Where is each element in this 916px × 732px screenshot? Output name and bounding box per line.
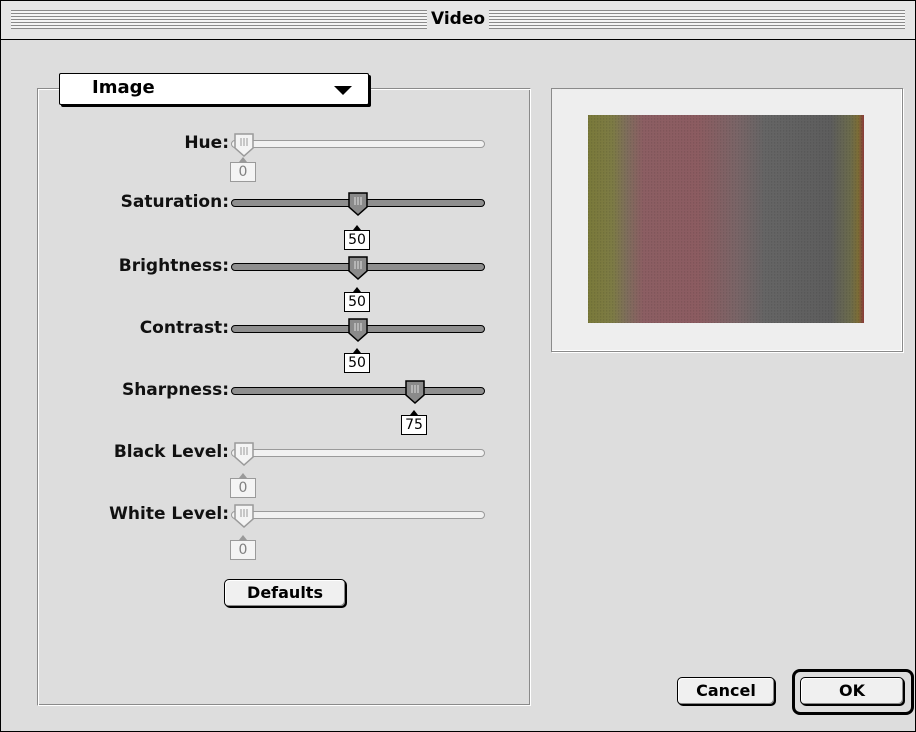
slider-thumb[interactable] <box>404 379 426 405</box>
value-box: 0 <box>230 162 256 182</box>
slider-thumb[interactable] <box>347 255 369 281</box>
slider-label: Saturation: <box>120 192 229 212</box>
value-box: 50 <box>344 230 370 250</box>
triangle-down-icon <box>334 86 352 95</box>
slider-thumb[interactable] <box>233 503 255 529</box>
window-title: Video <box>426 9 490 30</box>
title-bar[interactable]: Video <box>1 1 915 40</box>
ok-button[interactable]: OK <box>800 677 904 705</box>
slider-row-contrast: Contrast: 50 <box>1 317 521 373</box>
value-box: 0 <box>230 540 256 560</box>
slider-thumb[interactable] <box>233 132 255 158</box>
sharpness-slider[interactable] <box>231 380 485 405</box>
contrast-slider[interactable] <box>231 318 485 343</box>
slider-label: Black Level: <box>113 442 229 462</box>
slider-row-brightness: Brightness: 50 <box>1 255 521 312</box>
preview-noise <box>588 115 864 323</box>
value-box: 50 <box>344 353 370 373</box>
video-preview-frame <box>551 88 903 352</box>
slider-label: Hue: <box>184 133 229 153</box>
brightness-slider[interactable] <box>231 256 485 281</box>
slider-thumb[interactable] <box>347 191 369 217</box>
slider-label: White Level: <box>109 504 229 524</box>
image-popup-menu[interactable]: Image <box>59 73 369 105</box>
slider-row-white-level: White Level: 0 <box>1 503 521 560</box>
slider-thumb[interactable] <box>233 441 255 467</box>
slider-label: Sharpness: <box>121 380 229 400</box>
slider-row-black-level: Black Level: 0 <box>1 441 521 498</box>
saturation-slider[interactable] <box>231 192 485 217</box>
slider-label: Brightness: <box>118 256 229 276</box>
hue-slider[interactable] <box>231 133 485 158</box>
slider-row-hue: Hue: 0 <box>1 132 521 182</box>
slider-row-sharpness: Sharpness: 75 <box>1 379 521 435</box>
dialog-content: Image Hue: 0 Saturation: 50 Brightness: <box>1 40 915 731</box>
slider-thumb[interactable] <box>347 317 369 343</box>
white-level-slider[interactable] <box>231 504 485 529</box>
slider-row-saturation: Saturation: 50 <box>1 191 521 250</box>
value-box: 75 <box>401 415 427 435</box>
value-box: 50 <box>344 292 370 312</box>
popup-menu-label: Image <box>92 77 155 98</box>
value-box: 0 <box>230 478 256 498</box>
slider-label: Contrast: <box>139 318 229 338</box>
video-preview-image <box>588 115 864 323</box>
defaults-button[interactable]: Defaults <box>224 579 346 607</box>
video-dialog: Video Image Hue: 0 Saturation: 50 Bright… <box>0 0 916 732</box>
black-level-slider[interactable] <box>231 442 485 467</box>
cancel-button[interactable]: Cancel <box>677 677 775 705</box>
